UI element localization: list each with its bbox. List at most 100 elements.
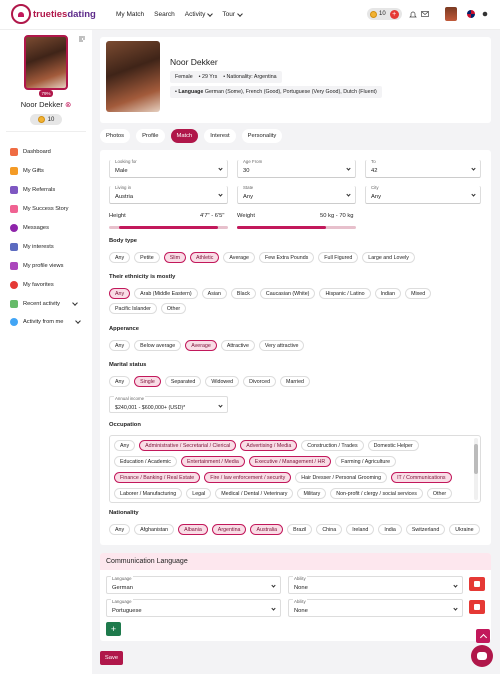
option-chip[interactable]: Attractive: [220, 340, 255, 351]
option-chip[interactable]: Pacific Islander: [109, 303, 157, 314]
option-chip[interactable]: Petite: [134, 252, 160, 263]
sidebar-item-profile-views[interactable]: My profile views: [10, 256, 80, 275]
nav-my-match[interactable]: My Match: [116, 11, 144, 18]
option-chip[interactable]: Widowed: [205, 376, 240, 387]
option-chip[interactable]: Brazil: [287, 524, 313, 535]
option-chip[interactable]: Divorced: [243, 376, 277, 387]
add-coins-button[interactable]: +: [389, 9, 399, 19]
language-select-2[interactable]: Language Portuguese: [106, 599, 281, 617]
option-chip[interactable]: Black: [230, 288, 256, 299]
chat-button[interactable]: [471, 645, 493, 667]
edit-list-icon[interactable]: [78, 35, 86, 43]
option-chip[interactable]: Military: [297, 488, 327, 499]
option-chip[interactable]: Albania: [178, 524, 208, 535]
add-language-button[interactable]: +: [106, 622, 121, 636]
option-chip[interactable]: Finance / Banking / Real Estate: [114, 472, 201, 483]
ability-select-1[interactable]: Ability None: [288, 576, 463, 594]
tab-interest[interactable]: Interest: [204, 129, 236, 143]
nav-tour[interactable]: Tour: [222, 10, 243, 18]
option-chip[interactable]: Laborer / Manufacturing: [114, 488, 183, 499]
tab-photos[interactable]: Photos: [100, 129, 131, 143]
age-from-select[interactable]: Age From 30: [237, 159, 356, 178]
sidebar-coins[interactable]: 10: [30, 114, 62, 125]
scroll-to-top-button[interactable]: [476, 629, 490, 643]
option-chip[interactable]: Very attractive: [258, 340, 305, 351]
option-chip[interactable]: Executive / Management / HR: [248, 456, 332, 467]
option-chip[interactable]: Other: [160, 303, 187, 314]
option-chip[interactable]: Average: [185, 340, 217, 351]
state-select[interactable]: State Any: [237, 185, 356, 204]
mail-icon[interactable]: [421, 10, 429, 18]
ability-select-2[interactable]: Ability None: [288, 599, 463, 617]
city-select[interactable]: City Any: [365, 185, 481, 204]
sidebar-item-favorites[interactable]: My favorites: [10, 275, 80, 294]
sidebar-profile-photo[interactable]: [24, 35, 68, 90]
scroll-thumb[interactable]: [474, 444, 478, 474]
option-chip[interactable]: IT / Communications: [391, 472, 452, 483]
tab-match[interactable]: Match: [170, 129, 199, 143]
delete-language-button[interactable]: [469, 600, 485, 614]
option-chip[interactable]: Below average: [134, 340, 182, 351]
sidebar-item-success-story[interactable]: My Success Story: [10, 200, 80, 219]
option-chip[interactable]: Domestic Helper: [367, 440, 419, 451]
option-chip[interactable]: Married: [280, 376, 310, 387]
delete-language-button[interactable]: [469, 577, 485, 591]
option-chip[interactable]: Separated: [164, 376, 202, 387]
option-chip[interactable]: Caucasian (White): [259, 288, 316, 299]
sidebar-item-dashboard[interactable]: Dashboard: [10, 143, 80, 162]
option-chip[interactable]: Mixed: [405, 288, 432, 299]
profile-photo[interactable]: [106, 41, 160, 112]
uk-flag-icon[interactable]: [467, 10, 475, 18]
annual-income-select[interactable]: Annual income $240,001 - $600,000+ (USD)*: [109, 396, 228, 413]
sidebar-item-messages[interactable]: Messages: [10, 219, 80, 238]
weight-slider[interactable]: [237, 226, 356, 229]
option-chip[interactable]: Full Figured: [318, 252, 359, 263]
option-chip[interactable]: Ukraine: [449, 524, 480, 535]
height-slider[interactable]: [109, 226, 228, 229]
option-chip[interactable]: Ireland: [346, 524, 375, 535]
option-chip[interactable]: Administrative / Secretarial / Clerical: [139, 440, 237, 451]
option-chip[interactable]: Medical / Dental / Veterinary: [215, 488, 294, 499]
option-chip[interactable]: Afghanistan: [134, 524, 175, 535]
option-chip[interactable]: Few Extra Pounds: [259, 252, 315, 263]
option-chip[interactable]: Any: [109, 252, 131, 263]
option-chip[interactable]: Hispanic / Latino: [319, 288, 371, 299]
option-chip[interactable]: Education / Academic: [114, 456, 177, 467]
option-chip[interactable]: Fire / law enforcement / security: [204, 472, 292, 483]
tab-profile[interactable]: Profile: [136, 129, 165, 143]
language-select-1[interactable]: Language German: [106, 576, 281, 594]
sidebar-item-gifts[interactable]: My Gifts: [10, 162, 80, 181]
save-button[interactable]: Save: [100, 651, 123, 665]
option-chip[interactable]: Construction / Trades: [301, 440, 364, 451]
option-chip[interactable]: Any: [114, 440, 136, 451]
option-chip[interactable]: Large and Lovely: [362, 252, 415, 263]
living-in-select[interactable]: Living in Austria: [109, 185, 228, 204]
option-chip[interactable]: Arab (Middle Eastern): [134, 288, 198, 299]
sidebar-item-activity-from-me[interactable]: Activity from me: [10, 313, 82, 332]
option-chip[interactable]: Switzerland: [405, 524, 446, 535]
option-chip[interactable]: Legal: [186, 488, 212, 499]
option-chip[interactable]: Slim: [163, 252, 186, 263]
option-chip[interactable]: Australia: [250, 524, 284, 535]
option-chip[interactable]: Asian: [201, 288, 227, 299]
option-chip[interactable]: Average: [223, 252, 256, 263]
looking-for-select[interactable]: Looking for Male: [109, 159, 228, 178]
option-chip[interactable]: Any: [109, 524, 131, 535]
option-chip[interactable]: Indian: [374, 288, 402, 299]
nav-activity[interactable]: Activity: [185, 10, 214, 18]
option-chip[interactable]: Athletic: [190, 252, 220, 263]
option-chip[interactable]: Argentina: [211, 524, 247, 535]
user-avatar[interactable]: [445, 7, 457, 21]
coin-balance[interactable]: 10 +: [367, 8, 402, 20]
option-chip[interactable]: Entertainment / Media: [180, 456, 245, 467]
option-chip[interactable]: Farming / Agriculture: [335, 456, 397, 467]
sidebar-item-interests[interactable]: My interests: [10, 237, 80, 256]
option-chip[interactable]: Non-profit / clergy / social services: [330, 488, 423, 499]
theme-toggle-icon[interactable]: [481, 10, 489, 18]
option-chip[interactable]: Single: [134, 376, 161, 387]
option-chip[interactable]: Any: [109, 340, 131, 351]
bell-icon[interactable]: [409, 10, 417, 18]
logo[interactable]: truetiesdating: [11, 4, 96, 24]
occupation-scrollbar[interactable]: [474, 438, 478, 500]
option-chip[interactable]: Other: [426, 488, 453, 499]
